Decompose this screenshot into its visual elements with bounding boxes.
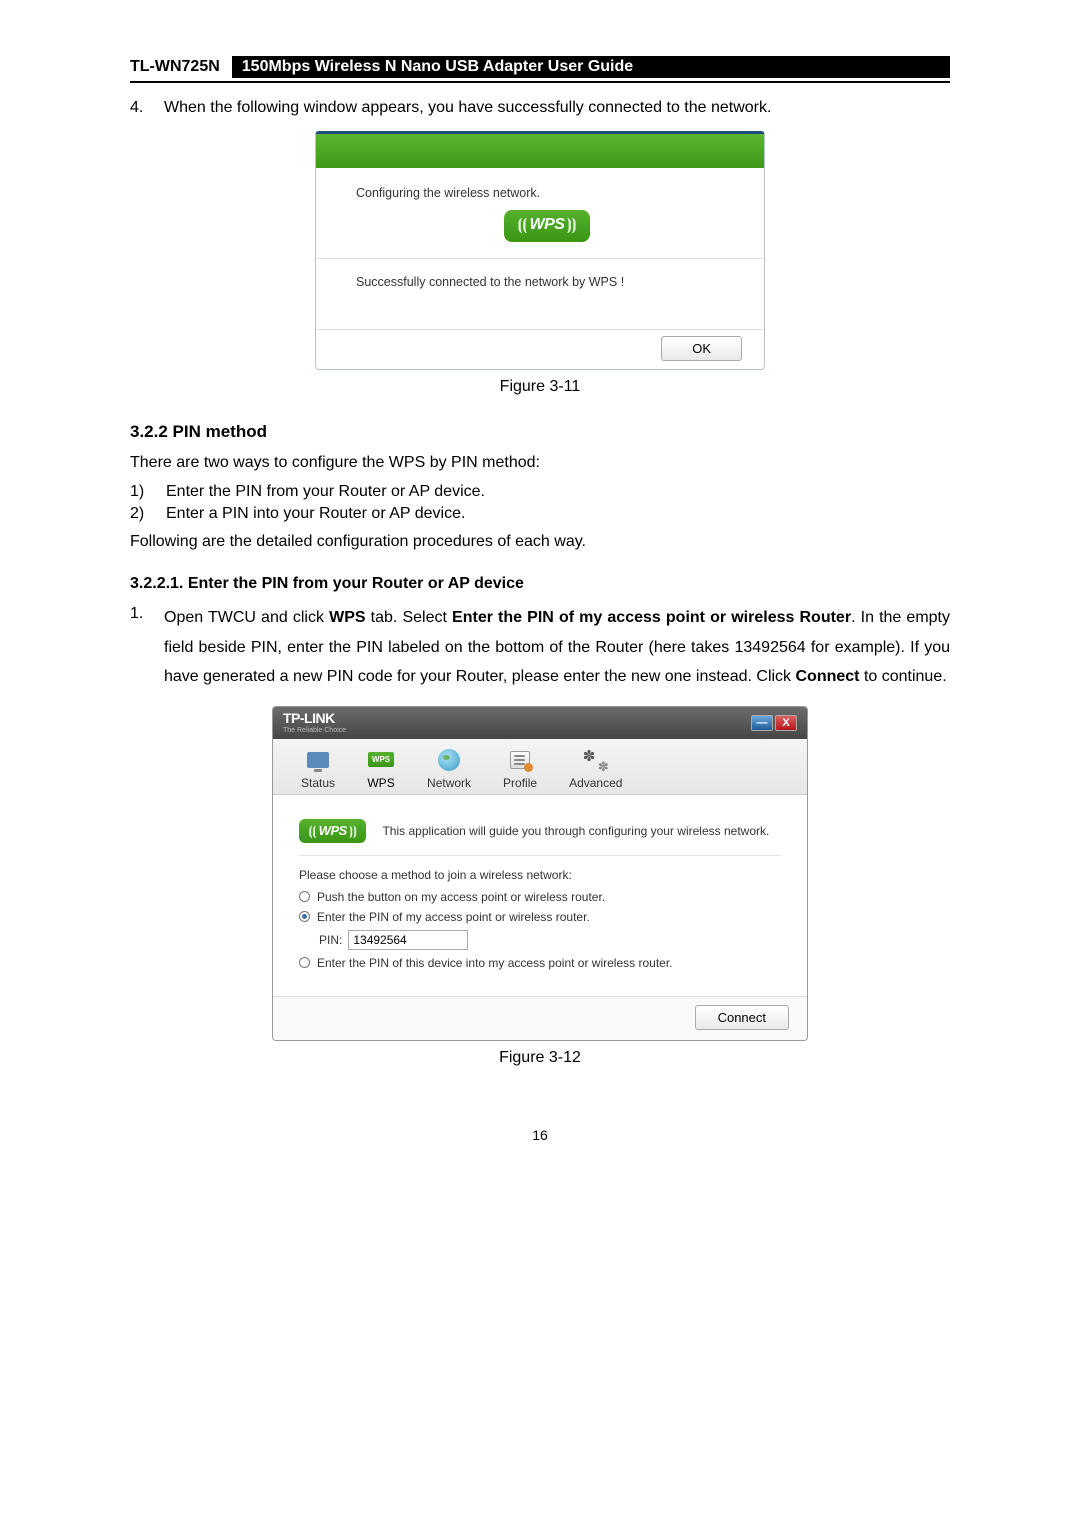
list-item: 2) Enter a PIN into your Router or AP de… bbox=[130, 505, 950, 523]
close-button[interactable]: X bbox=[775, 715, 797, 731]
doc-header: TL-WN725N 150Mbps Wireless N Nano USB Ad… bbox=[130, 56, 950, 83]
step-text: Open TWCU and click WPS tab. Select Ente… bbox=[164, 603, 950, 692]
radio-icon bbox=[299, 891, 310, 902]
twcu-window: TP-LINK The Reliable Choice — X Status W… bbox=[272, 706, 808, 1041]
list-number: 2) bbox=[130, 505, 152, 523]
pin-label: PIN: bbox=[319, 933, 342, 947]
page-number: 16 bbox=[130, 1127, 950, 1143]
tab-status[interactable]: Status bbox=[301, 747, 335, 790]
minimize-button[interactable]: — bbox=[751, 715, 773, 731]
tab-bar: Status WPS WPS Network Profile Advanced bbox=[273, 739, 807, 795]
step-1: 1. Open TWCU and click WPS tab. Select E… bbox=[130, 603, 950, 692]
globe-icon bbox=[435, 747, 463, 773]
pin-input-row: PIN: bbox=[319, 930, 781, 950]
divider bbox=[299, 855, 781, 856]
option-label: Enter the PIN of this device into my acc… bbox=[317, 956, 673, 970]
tab-network[interactable]: Network bbox=[427, 747, 471, 790]
dialog-lower-section: Successfully connected to the network by… bbox=[316, 259, 764, 329]
section-3-2-2-1-heading: 3.2.2.1. Enter the PIN from your Router … bbox=[130, 575, 950, 593]
pin-input[interactable] bbox=[348, 930, 468, 950]
tab-label: Network bbox=[427, 776, 471, 790]
dialog-footer: OK bbox=[316, 329, 764, 369]
wps-intro-text: This application will guide you through … bbox=[382, 824, 769, 838]
option-enter-device-pin[interactable]: Enter the PIN of this device into my acc… bbox=[299, 956, 781, 970]
tab-advanced[interactable]: Advanced bbox=[569, 747, 622, 790]
step-number: 1. bbox=[130, 603, 148, 692]
wps-success-dialog: Configuring the wireless network. ⦘⦘ WPS… bbox=[315, 131, 765, 370]
wps-badge-wrap: ⦘⦘ WPS ⦘⦘ bbox=[356, 210, 738, 242]
tab-label: Status bbox=[301, 776, 335, 790]
option-label: Enter the PIN of my access point or wire… bbox=[317, 910, 590, 924]
tab-profile[interactable]: Profile bbox=[503, 747, 537, 790]
dialog-upper-section: Configuring the wireless network. ⦘⦘ WPS… bbox=[316, 168, 764, 259]
option-push-button[interactable]: Push the button on my access point or wi… bbox=[299, 890, 781, 904]
tab-label: Advanced bbox=[569, 776, 622, 790]
success-text: Successfully connected to the network by… bbox=[356, 275, 738, 289]
window-controls: — X bbox=[751, 715, 797, 731]
option-enter-ap-pin[interactable]: Enter the PIN of my access point or wire… bbox=[299, 910, 781, 924]
wps-icon: ⦘⦘ WPS ⦘⦘ bbox=[299, 819, 366, 843]
gear-icon bbox=[582, 747, 610, 773]
app-footer: Connect bbox=[273, 996, 807, 1040]
radio-icon bbox=[299, 957, 310, 968]
wps-panel: ⦘⦘ WPS ⦘⦘ This application will guide yo… bbox=[273, 795, 807, 996]
titlebar: TP-LINK The Reliable Choice — X bbox=[273, 707, 807, 739]
wps-icon: ⦘⦘ WPS ⦘⦘ bbox=[504, 210, 590, 242]
choose-method-text: Please choose a method to join a wireles… bbox=[299, 868, 781, 882]
list-number: 1) bbox=[130, 483, 152, 501]
figure-3-12-caption: Figure 3-12 bbox=[130, 1049, 950, 1067]
wps-tab-icon: WPS bbox=[367, 747, 395, 773]
wps-badge-label: WPS bbox=[530, 216, 565, 234]
doc-title: 150Mbps Wireless N Nano USB Adapter User… bbox=[232, 56, 950, 78]
list-text: Enter a PIN into your Router or AP devic… bbox=[166, 505, 465, 523]
pin-method-intro: There are two ways to configure the WPS … bbox=[130, 452, 950, 474]
section-3-2-2-heading: 3.2.2 PIN method bbox=[130, 422, 950, 442]
tab-wps[interactable]: WPS WPS bbox=[367, 747, 395, 790]
step-4: 4. When the following window appears, yo… bbox=[130, 97, 950, 119]
user-guide-page: TL-WN725N 150Mbps Wireless N Nano USB Ad… bbox=[0, 0, 1080, 1183]
connect-button[interactable]: Connect bbox=[695, 1005, 789, 1030]
option-label: Push the button on my access point or wi… bbox=[317, 890, 605, 904]
following-text: Following are the detailed configuration… bbox=[130, 531, 950, 553]
tab-label: Profile bbox=[503, 776, 537, 790]
step-text: When the following window appears, you h… bbox=[164, 97, 771, 119]
tp-link-logo: TP-LINK The Reliable Choice bbox=[283, 711, 346, 734]
radio-icon bbox=[299, 911, 310, 922]
step-number: 4. bbox=[130, 97, 148, 119]
monitor-icon bbox=[304, 747, 332, 773]
figure-3-11-caption: Figure 3-11 bbox=[130, 378, 950, 396]
list-item: 1) Enter the PIN from your Router or AP … bbox=[130, 483, 950, 501]
profile-icon bbox=[506, 747, 534, 773]
tab-label: WPS bbox=[367, 776, 394, 790]
ok-button[interactable]: OK bbox=[661, 336, 742, 361]
list-text: Enter the PIN from your Router or AP dev… bbox=[166, 483, 485, 501]
dialog-header-strip bbox=[316, 134, 764, 168]
configuring-text: Configuring the wireless network. bbox=[356, 186, 738, 200]
model-number: TL-WN725N bbox=[130, 58, 232, 76]
wps-intro: ⦘⦘ WPS ⦘⦘ This application will guide yo… bbox=[299, 819, 781, 843]
pin-method-list: 1) Enter the PIN from your Router or AP … bbox=[130, 483, 950, 523]
